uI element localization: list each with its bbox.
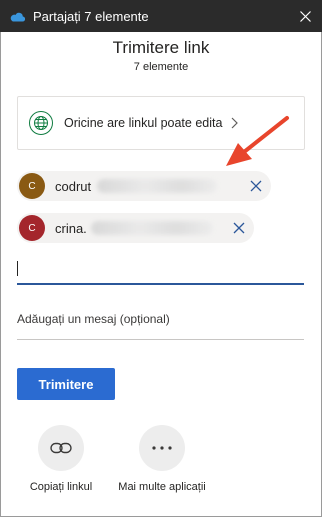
avatar: C [19, 173, 45, 199]
copy-link-button[interactable] [38, 425, 84, 471]
remove-recipient-icon[interactable] [249, 179, 263, 193]
more-icon [152, 446, 172, 450]
copy-link-label: Copiați linkul [29, 481, 93, 493]
message-underline [17, 339, 304, 340]
redacted-email [97, 179, 218, 193]
recipient-name: codrut [55, 178, 92, 194]
more-apps-button[interactable] [139, 425, 185, 471]
recipient-chip[interactable]: C crina. [17, 213, 254, 243]
title-bar: Partajați 7 elemente [0, 0, 322, 32]
window-title: Partajați 7 elemente [33, 8, 149, 24]
more-apps-action[interactable]: Mai multe aplicații [112, 425, 212, 493]
avatar: C [19, 215, 45, 241]
link-settings-button[interactable]: Oricine are linkul poate edita [17, 96, 305, 150]
chevron-right-icon [231, 117, 238, 129]
send-button[interactable]: Trimitere [17, 368, 115, 400]
recipient-chip[interactable]: C codrut [17, 171, 271, 201]
recipient-name: crina. [55, 220, 87, 236]
link-icon [50, 442, 72, 454]
globe-icon [29, 111, 53, 135]
redacted-email [90, 221, 213, 235]
page-title: Trimitere link [112, 38, 210, 57]
copy-link-action[interactable]: Copiați linkul [11, 425, 111, 493]
close-icon [299, 10, 311, 22]
item-count: 7 elemente [133, 61, 189, 73]
onedrive-cloud-icon [10, 12, 25, 22]
text-cursor [17, 261, 18, 276]
message-input[interactable]: Adăugați un mesaj (opțional) [17, 312, 170, 326]
permission-label: Oricine are linkul poate edita [64, 116, 223, 130]
close-button[interactable] [288, 0, 322, 32]
recipient-input[interactable] [17, 283, 304, 285]
remove-recipient-icon[interactable] [232, 221, 246, 235]
more-apps-label: Mai multe aplicații [118, 481, 206, 493]
